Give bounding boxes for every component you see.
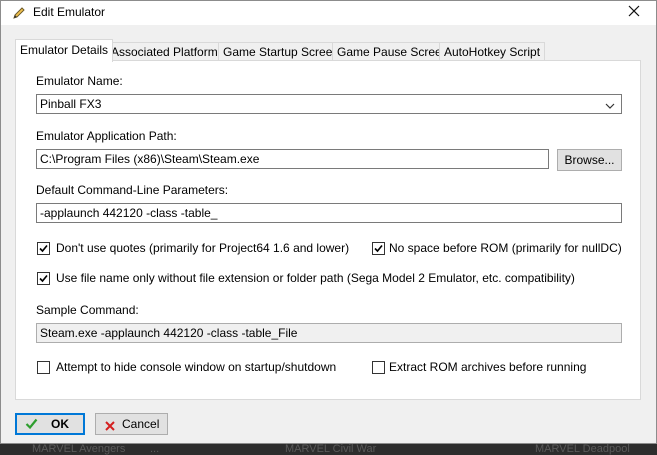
checkmark-icon [39, 244, 48, 253]
window-title: Edit Emulator [33, 5, 106, 19]
checkmark-icon [39, 274, 48, 283]
file-name-only-label: Use file name only without file extensio… [56, 271, 575, 285]
chevron-down-icon [605, 98, 615, 109]
cancel-x-icon [104, 418, 116, 438]
no-quotes-label: Don't use quotes (primarily for Project6… [56, 241, 350, 255]
application-path-label: Emulator Application Path: [36, 129, 177, 143]
background-game-title: MARVEL Civil War [285, 443, 377, 455]
tab-autohotkey-script[interactable]: AutoHotkey Script [439, 42, 546, 61]
extract-rom-checkbox[interactable] [372, 361, 385, 374]
background-game-title: MARVEL Avengers [32, 443, 126, 455]
hide-console-checkbox[interactable] [37, 361, 50, 374]
close-button[interactable] [612, 1, 656, 25]
tab-game-pause-screen[interactable]: Game Pause Screen [332, 42, 454, 61]
tab-emulator-details[interactable]: Emulator Details [15, 39, 114, 62]
sample-command-field: Steam.exe -applaunch 442120 -class -tabl… [36, 323, 622, 343]
cancel-label: Cancel [122, 417, 160, 431]
sample-command-label: Sample Command: [36, 303, 139, 317]
no-space-before-rom-label: No space before ROM (primarily for nullD… [389, 241, 622, 255]
no-quotes-checkbox[interactable] [37, 242, 50, 255]
pencil-icon [11, 5, 27, 21]
edit-emulator-dialog: Edit Emulator Emulator Details Associate… [0, 0, 657, 444]
emulator-name-select[interactable]: Pinball FX3 [36, 94, 622, 114]
title-bar: Edit Emulator [1, 1, 656, 25]
command-line-params-label: Default Command-Line Parameters: [36, 183, 229, 197]
close-icon [628, 4, 640, 21]
emulator-name-value: Pinball FX3 [40, 97, 102, 111]
command-line-params-input[interactable]: -applaunch 442120 -class -table_ [36, 203, 622, 223]
background-game-title: ... [150, 443, 160, 455]
browse-button[interactable]: Browse... [557, 149, 622, 171]
hide-console-label: Attempt to hide console window on startu… [56, 360, 337, 374]
ok-button[interactable]: OK [15, 413, 85, 435]
checkmark-icon [374, 244, 383, 253]
tab-game-startup-screen[interactable]: Game Startup Screen [218, 42, 345, 61]
emulator-details-panel: Emulator Name: Pinball FX3 Emulator Appl… [15, 60, 641, 400]
file-name-only-checkbox[interactable] [37, 272, 50, 285]
background-game-title: MARVEL Deadpool [535, 443, 630, 455]
tab-associated-platforms[interactable]: Associated Platforms [106, 42, 229, 61]
extract-rom-label: Extract ROM archives before running [389, 360, 587, 374]
check-icon [25, 417, 38, 435]
no-space-before-rom-checkbox[interactable] [372, 242, 385, 255]
emulator-name-label: Emulator Name: [36, 74, 123, 88]
ok-label: OK [51, 417, 69, 431]
cancel-button[interactable]: Cancel [95, 413, 168, 435]
application-path-input[interactable]: C:\Program Files (x86)\Steam\Steam.exe [36, 149, 549, 169]
